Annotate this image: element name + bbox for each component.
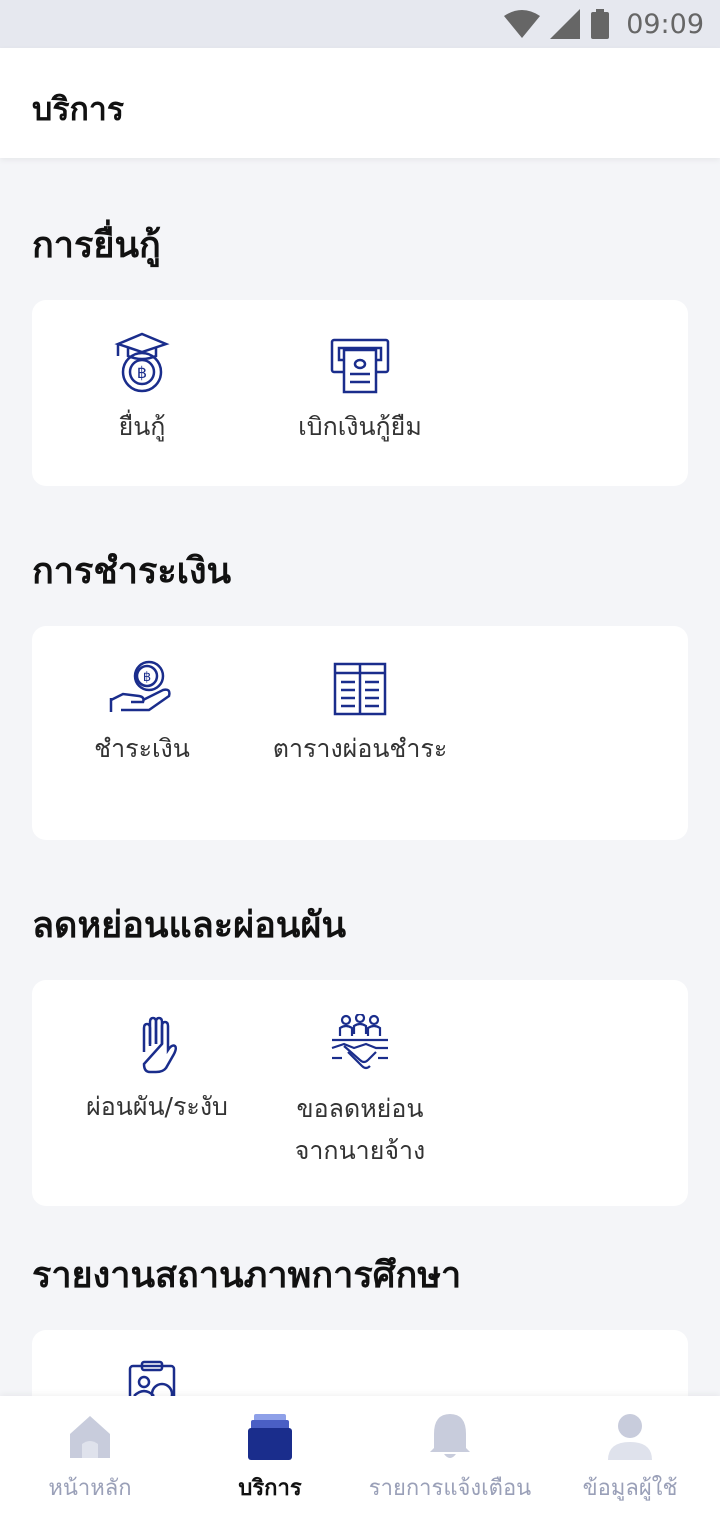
card-deduction-deferment: ผ่อนผัน/ระงับ ขอลดหย่อน จากนายจ้าง [32,980,688,1206]
user-icon [608,1414,652,1460]
service-item-label: ตารางผ่อนชำระ [272,734,448,763]
nav-tab-services[interactable]: บริการ [180,1396,360,1522]
hand-coin-icon: ฿ [109,660,171,712]
graduation-coin-icon: ฿ [114,332,170,393]
card-loan-application: ฿ ยื่นกู้ เบิกเงินกู้ยืม [32,300,688,486]
service-item-deferment[interactable]: ผ่อนผัน/ระงับ [62,1016,252,1128]
bell-icon [430,1414,470,1458]
svg-text:฿: ฿ [143,670,151,685]
wifi-icon [504,10,541,38]
services-icon [248,1414,292,1460]
service-item-pay[interactable]: ฿ ชำระเงิน [62,660,222,770]
status-icons: 09:09 [504,6,704,42]
service-item-label: ยื่นกู้ [118,412,166,441]
atm-withdraw-icon [330,338,390,394]
svg-text:฿: ฿ [137,363,147,382]
home-icon [70,1416,110,1458]
service-item-employer-deduction[interactable]: ขอลดหย่อน จากนายจ้าง [278,1014,442,1172]
card-education-status [32,1330,688,1396]
nav-tab-profile[interactable]: ข้อมูลผู้ใช้ [540,1396,720,1522]
signal-icon [550,9,581,39]
schedule-table-icon [333,662,387,716]
nav-label-profile: ข้อมูลผู้ใช้ [582,1476,678,1501]
service-item-label-line1: ขอลดหย่อน [296,1094,424,1123]
app-bar: บริการ [0,48,720,158]
handshake-group-icon [331,1014,388,1070]
status-time: 09:09 [626,8,704,40]
service-item-label: เบิกเงินกู้ยืม [298,412,422,441]
section-title-education-status: รายงานสถานภาพการศึกษา [32,1255,462,1296]
nav-label-notifications: รายการแจ้งเตือน [368,1476,532,1501]
nav-label-services: บริการ [238,1476,302,1501]
nav-tab-notifications[interactable]: รายการแจ้งเตือน [360,1396,540,1522]
service-item-label: ชำระเงิน [94,734,190,763]
section-title-loan-application: การยื่นกู้ [32,225,161,266]
bottom-navigation: หน้าหลัก บริการ รายการแจ้งเตือน ข้อมูลผู… [0,1396,720,1522]
status-bar: 09:09 [0,0,720,48]
service-item-label: ขอลดหย่อน จากนายจ้าง [295,1088,426,1172]
page-title: บริการ [32,90,125,128]
service-item-loan-disbursement[interactable]: เบิกเงินกู้ยืม [270,338,450,448]
services-content[interactable]: การยื่นกู้ ฿ ยื่นกู้ เบิกเงินกู้ยืม การช… [0,158,720,1396]
service-item-education-report[interactable] [92,1360,212,1396]
stop-hand-icon [142,1016,178,1074]
service-item-apply-loan[interactable]: ฿ ยื่นกู้ [62,332,222,448]
card-payment: ฿ ชำระเงิน ตารางผ่อนชำระ [32,626,688,840]
battery-icon [591,9,610,39]
service-item-label-line2: จากนายจ้าง [294,1136,426,1165]
clipboard-user-icon [128,1360,176,1396]
service-item-payment-schedule[interactable]: ตารางผ่อนชำระ [260,662,460,770]
service-item-label: ผ่อนผัน/ระงับ [86,1092,228,1121]
nav-tab-home[interactable]: หน้าหลัก [0,1396,180,1522]
section-title-deduction-deferment: ลดหย่อนและผ่อนผัน [32,905,347,946]
nav-label-home: หน้าหลัก [48,1476,132,1501]
section-title-payment: การชำระเงิน [32,551,232,592]
